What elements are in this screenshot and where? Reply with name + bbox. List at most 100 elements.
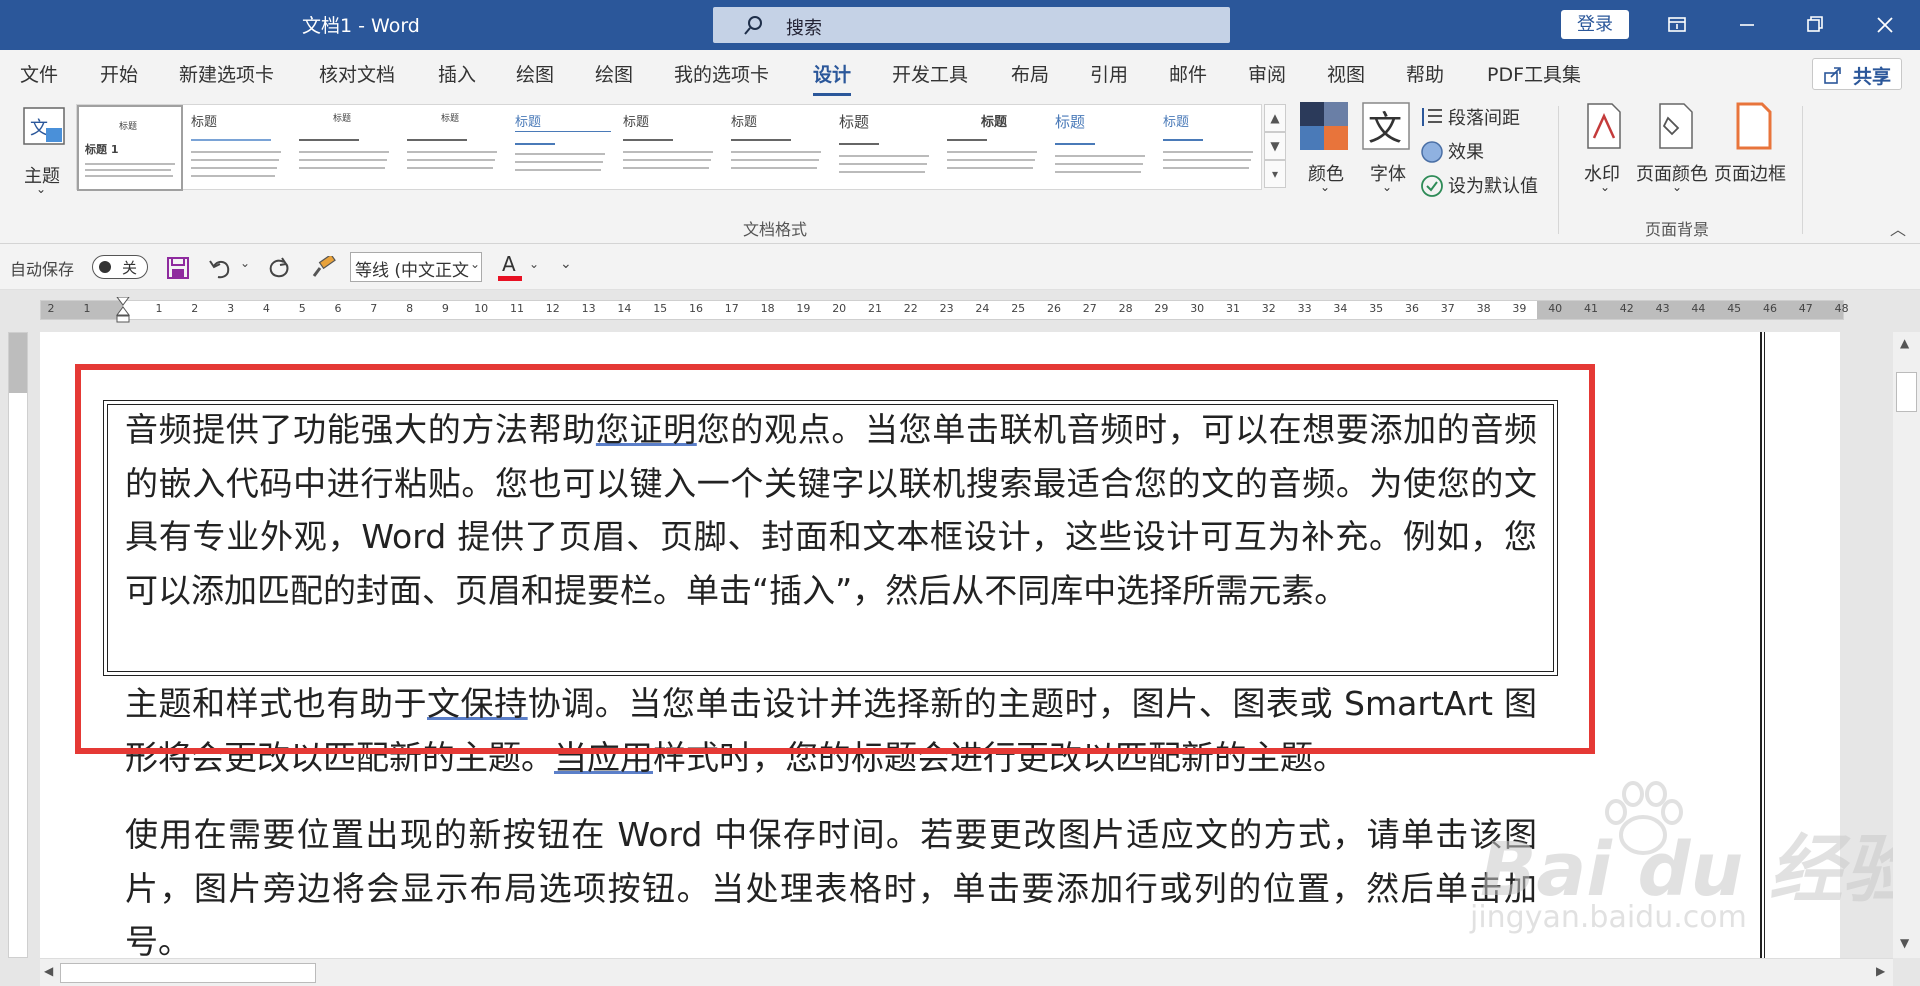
style-set-thumb[interactable]: 标题 标题 1 bbox=[77, 105, 183, 191]
gallery-scroll: ▲ ▼ ▾ bbox=[1264, 104, 1286, 190]
ruler-number: 9 bbox=[441, 302, 449, 315]
set-as-default-button[interactable]: 设为默认值 bbox=[1420, 172, 1570, 200]
ruler-number: 1 bbox=[83, 302, 91, 315]
scroll-thumb[interactable] bbox=[60, 963, 316, 983]
ruler-number: 19 bbox=[796, 302, 811, 315]
themes-button[interactable]: 文 主题 ⌄ bbox=[14, 104, 74, 204]
tab-design[interactable]: 设计 bbox=[813, 60, 852, 96]
chevron-down-icon[interactable]: ⌄ bbox=[529, 257, 539, 271]
share-icon bbox=[1824, 67, 1841, 84]
vertical-scrollbar[interactable]: ▲ ▼ bbox=[1893, 332, 1920, 958]
scroll-up-icon[interactable]: ▲ bbox=[1900, 336, 1909, 350]
tab-pdf-tools[interactable]: PDF工具集 bbox=[1487, 60, 1581, 87]
share-label: 共享 bbox=[1853, 66, 1892, 88]
svg-text:文: 文 bbox=[1368, 109, 1402, 149]
style-set-thumb[interactable]: 标题 bbox=[401, 105, 507, 191]
tab-new-tab[interactable]: 新建选项卡 bbox=[179, 60, 274, 87]
ruler-number: 29 bbox=[1154, 302, 1169, 315]
scroll-left-icon[interactable]: ◀ bbox=[44, 964, 53, 978]
search-box[interactable]: 搜索 bbox=[713, 7, 1230, 43]
chevron-down-icon: ⌄ bbox=[1672, 180, 1683, 194]
window-title: 文档1 - Word bbox=[302, 15, 420, 37]
autosave-toggle[interactable]: 关 bbox=[92, 255, 148, 279]
title-bar: 文档1 - Word 搜索 登录 bbox=[0, 0, 1920, 50]
style-set-thumb[interactable]: 标题 bbox=[833, 105, 939, 191]
tab-draw[interactable]: 绘图 bbox=[516, 60, 554, 87]
redo-icon[interactable] bbox=[266, 256, 292, 280]
ruler-number: 11 bbox=[510, 302, 524, 315]
tab-references[interactable]: 引用 bbox=[1090, 60, 1128, 87]
horizontal-scrollbar[interactable]: ◀ ▶ bbox=[40, 958, 1893, 986]
tab-view[interactable]: 视图 bbox=[1327, 60, 1365, 87]
format-painter-icon[interactable] bbox=[310, 256, 336, 280]
style-set-gallery: 标题 标题 1 标题 标题 标题 标题 标题 标题 标题 标题 标题 标题 bbox=[76, 104, 1263, 191]
font-color-icon: A bbox=[502, 252, 516, 276]
indent-marker-icon[interactable] bbox=[115, 297, 131, 323]
customize-qat-icon[interactable]: ⌄ bbox=[560, 256, 572, 272]
design-ribbon: 文 主题 ⌄ 标题 标题 1 标题 标题 标题 标题 标题 标题 标题 标题 标… bbox=[0, 96, 1920, 244]
paragraph-spacing-button[interactable]: 段落间距 bbox=[1420, 104, 1570, 132]
ruler-number: 1 bbox=[155, 302, 163, 315]
ruler-number: 3 bbox=[227, 302, 235, 315]
tab-home[interactable]: 开始 bbox=[100, 60, 138, 87]
restore-icon[interactable] bbox=[1800, 10, 1830, 40]
watermark-icon bbox=[1587, 103, 1621, 149]
ruler-number: 4 bbox=[262, 302, 270, 315]
page-color-button[interactable]: 页面颜色 ⌄ bbox=[1636, 102, 1716, 202]
style-set-thumb[interactable]: 标题 bbox=[1049, 105, 1155, 191]
style-set-thumb[interactable]: 标题 bbox=[1157, 105, 1263, 191]
effects-button[interactable]: 效果 bbox=[1420, 138, 1540, 166]
scroll-thumb[interactable] bbox=[1896, 372, 1917, 412]
font-name-box[interactable]: 等线 (中文正文 bbox=[350, 252, 482, 282]
horizontal-ruler[interactable]: 2 1 1 2 3 4 5 6 7 8 9 10 11 12 13 14 15 16 17 18 19 20 21 22 2… bbox=[40, 297, 1849, 323]
scroll-down-icon[interactable]: ▼ bbox=[1900, 936, 1909, 950]
tab-layout[interactable]: 布局 bbox=[1011, 60, 1049, 87]
gallery-more-icon[interactable]: ▾ bbox=[1264, 160, 1286, 188]
style-set-thumb[interactable]: 标题 bbox=[185, 105, 291, 191]
minimize-icon[interactable] bbox=[1732, 10, 1762, 40]
chevron-down-icon: ⌄ bbox=[1320, 180, 1331, 194]
style-set-thumb[interactable]: 标题 bbox=[509, 105, 615, 191]
fonts-button[interactable]: 文 字体 ⌄ bbox=[1360, 102, 1412, 202]
ruler-number: 36 bbox=[1405, 302, 1419, 315]
heading-sample: 标题 1 bbox=[85, 143, 119, 156]
ruler-number: 35 bbox=[1369, 302, 1384, 315]
close-icon[interactable] bbox=[1870, 10, 1900, 40]
page-borders-button[interactable]: 页面边框 bbox=[1714, 102, 1794, 202]
tab-review[interactable]: 审阅 bbox=[1248, 60, 1286, 87]
vertical-ruler[interactable] bbox=[8, 332, 28, 958]
style-set-thumb[interactable]: 标题 bbox=[941, 105, 1047, 191]
collapse-ribbon-icon[interactable]: ︿ bbox=[1890, 216, 1906, 240]
scroll-right-icon[interactable]: ▶ bbox=[1876, 964, 1885, 978]
tab-my-tab[interactable]: 我的选项卡 bbox=[674, 60, 769, 87]
ruler-number: 34 bbox=[1333, 302, 1348, 315]
share-button[interactable]: 共享 bbox=[1812, 58, 1902, 90]
tab-file[interactable]: 文件 bbox=[20, 60, 58, 87]
colors-button[interactable]: 颜色 ⌄ bbox=[1298, 102, 1350, 202]
gallery-scroll-up-icon[interactable]: ▲ bbox=[1264, 104, 1286, 132]
style-set-thumb[interactable]: 标题 bbox=[617, 105, 723, 191]
ruler-number: 27 bbox=[1082, 302, 1097, 315]
style-set-thumb[interactable]: 标题 bbox=[725, 105, 831, 191]
tab-proofread[interactable]: 核对文档 bbox=[319, 60, 395, 87]
undo-icon[interactable] bbox=[208, 256, 234, 280]
tab-mailings[interactable]: 邮件 bbox=[1169, 60, 1207, 87]
undo-dropdown-icon[interactable]: ⌄ bbox=[240, 256, 250, 270]
tab-insert[interactable]: 插入 bbox=[438, 60, 476, 87]
search-icon bbox=[744, 16, 762, 35]
chevron-down-icon: ⌄ bbox=[1382, 180, 1393, 194]
paragraph-3[interactable]: 使用在需要位置出现的新按钮在 Word 中保存时间。若要更改图片适应文的方式，请… bbox=[125, 808, 1537, 969]
chevron-down-icon[interactable]: ⌄ bbox=[470, 257, 480, 271]
watermark-button[interactable]: 水印 ⌄ bbox=[1578, 102, 1630, 202]
ruler-number: 24 bbox=[975, 302, 990, 315]
ribbon-display-options-icon[interactable] bbox=[1662, 10, 1692, 40]
style-set-thumb[interactable]: 标题 bbox=[293, 105, 399, 191]
tab-help[interactable]: 帮助 bbox=[1406, 60, 1444, 87]
tab-draw-2[interactable]: 绘图 bbox=[595, 60, 633, 87]
gallery-scroll-down-icon[interactable]: ▼ bbox=[1264, 132, 1286, 160]
font-color-button[interactable]: A bbox=[498, 252, 524, 282]
ruler-number: 48 bbox=[1834, 302, 1849, 315]
tab-developer[interactable]: 开发工具 bbox=[892, 60, 968, 87]
save-icon[interactable] bbox=[166, 256, 190, 280]
login-button[interactable]: 登录 bbox=[1561, 10, 1629, 39]
